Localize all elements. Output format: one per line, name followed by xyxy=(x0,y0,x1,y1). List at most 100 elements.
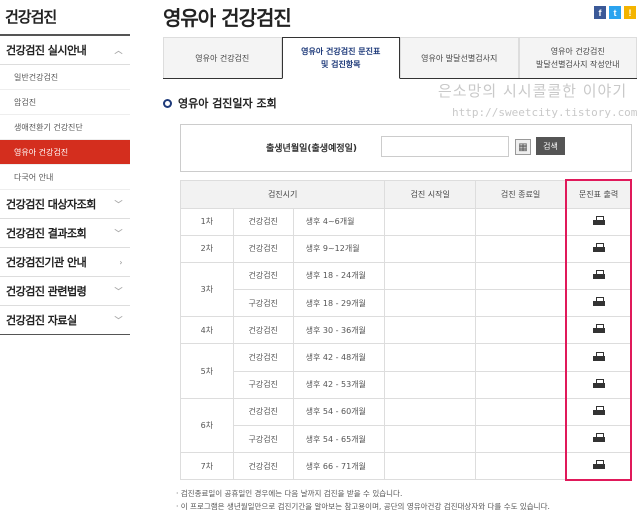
type-cell: 건강검진 xyxy=(232,234,294,263)
col-header-end: 검진 종료일 xyxy=(475,179,567,209)
sidebar-title: 건강검진 xyxy=(5,8,57,26)
print-cell xyxy=(565,289,632,318)
table-row: 6차 건강검진 생후 54 - 60개월 xyxy=(180,397,632,454)
chevron-down-icon: ﹀ xyxy=(114,199,123,209)
sidebar-section-target-lookup[interactable]: 건강검진 대상자조회 ﹀ xyxy=(0,190,130,219)
end-date-cell xyxy=(475,261,567,291)
table-row: 5차 건강검진 생후 42 - 48개월 xyxy=(180,343,632,399)
round-cell: 6차 xyxy=(180,397,234,454)
tab-label: 영유아 건강검진 문진표 및 검진항목 xyxy=(301,47,381,69)
print-cell xyxy=(565,207,632,236)
printer-icon[interactable] xyxy=(592,242,605,253)
sidebar-item-cancer[interactable]: 암검진 xyxy=(0,90,130,115)
checkup-schedule-table: 검진시기 검진 시작일 검진 종료일 문진표 출력 1차 건강검진 생후 4~6… xyxy=(179,179,632,481)
round-cell: 3차 xyxy=(180,261,234,318)
table-row: 구강검진 생후 54 - 65개월 xyxy=(181,424,632,454)
print-cell xyxy=(565,397,632,427)
tab-screening-guide[interactable]: 영유아 건강검진 발달선별검사지 작성안내 xyxy=(518,37,637,78)
sidebar-menu: 건강검진 실시안내 ︿ 일반건강검진 암검진 생애전환기 건강진단 영유아 건강… xyxy=(0,34,130,335)
start-date-cell xyxy=(384,289,477,318)
round-cell: 2차 xyxy=(180,234,234,263)
table-row: 1차 건강검진 생후 4~6개월 xyxy=(180,207,632,236)
sidebar-section-label: 건강검진 관련법령 xyxy=(6,285,87,298)
tab-label: 영유아 건강검진 xyxy=(195,53,250,63)
start-date-cell xyxy=(384,343,477,372)
sidebar-item-life-transition[interactable]: 생애전환기 건강진단 xyxy=(0,115,130,140)
tab-label: 영유아 건강검진 발달선별검사지 작성안내 xyxy=(535,47,620,69)
age-cell: 생후 18 - 24개월 xyxy=(292,261,386,291)
chevron-down-icon: ﹀ xyxy=(114,315,123,325)
print-cell xyxy=(565,370,632,399)
watermark-url: http://sweetcity.tistory.com xyxy=(452,106,638,119)
type-cell: 구강검진 xyxy=(232,424,294,454)
calendar-icon[interactable]: ▦ xyxy=(515,139,531,155)
birthdate-input[interactable] xyxy=(381,136,509,157)
sidebar-section-result-lookup[interactable]: 건강검진 결과조회 ﹀ xyxy=(0,219,130,248)
tab-infant-checkup[interactable]: 영유아 건강검진 xyxy=(163,37,282,78)
table-row: 3차 건강검진 생후 18 - 24개월 xyxy=(180,261,632,318)
end-date-cell xyxy=(475,316,567,345)
type-cell: 건강검진 xyxy=(232,397,294,427)
round-cell: 4차 xyxy=(180,316,234,345)
type-cell: 건강검진 xyxy=(232,316,294,345)
table-row: 4차 건강검진 생후 30 - 36개월 xyxy=(180,316,632,345)
printer-icon[interactable] xyxy=(592,460,605,470)
sidebar-item-multilingual[interactable]: 다국어 안내 xyxy=(0,165,130,190)
tab-questionnaire[interactable]: 영유아 건강검진 문진표 및 검진항목 xyxy=(281,37,400,79)
type-cell: 건강검진 xyxy=(232,207,294,236)
facebook-icon[interactable]: f xyxy=(594,6,606,19)
age-cell: 생후 54 - 60개월 xyxy=(292,397,386,427)
start-date-cell xyxy=(384,261,477,291)
printer-icon[interactable] xyxy=(592,297,605,307)
printer-icon[interactable] xyxy=(592,215,605,226)
chevron-right-icon: › xyxy=(119,257,122,267)
kakao-icon[interactable]: ! xyxy=(624,6,636,19)
bullet-icon xyxy=(163,98,172,108)
round-cell: 7차 xyxy=(180,452,234,481)
type-cell: 건강검진 xyxy=(232,343,294,372)
sidebar-section-library[interactable]: 건강검진 자료실 ﹀ xyxy=(0,306,130,335)
type-cell: 건강검진 xyxy=(232,261,294,291)
printer-icon[interactable] xyxy=(592,433,605,443)
round-cell: 5차 xyxy=(180,343,234,399)
printer-icon[interactable] xyxy=(592,324,605,334)
end-date-cell xyxy=(475,397,567,427)
sidebar-section-checkup-guide[interactable]: 건강검진 실시안내 ︿ xyxy=(0,36,130,65)
type-cell: 건강검진 xyxy=(232,452,294,481)
sidebar-item-infant[interactable]: 영유아 건강검진 xyxy=(0,140,130,165)
watermark-title: 은소망의 시시콜콜한 이야기 xyxy=(438,82,628,100)
start-date-cell xyxy=(384,397,477,427)
col-header-start: 검진 시작일 xyxy=(384,179,477,209)
age-cell: 생후 18 - 29개월 xyxy=(292,289,386,318)
chevron-up-icon: ︿ xyxy=(114,45,123,55)
chevron-down-icon: ﹀ xyxy=(114,228,123,238)
sidebar-item-general[interactable]: 일반건강검진 xyxy=(0,65,130,90)
table-row: 구강검진 생후 42 - 53개월 xyxy=(181,370,632,399)
printer-icon[interactable] xyxy=(592,351,605,362)
table-row: 2차 건강검진 생후 9~12개월 xyxy=(180,234,632,263)
print-cell xyxy=(565,343,632,372)
social-share: f t ! xyxy=(594,6,636,19)
start-date-cell xyxy=(384,234,477,263)
round-cell: 1차 xyxy=(180,207,234,236)
twitter-icon[interactable]: t xyxy=(609,6,621,19)
birthdate-label: 출생년월일(출생예정일) xyxy=(266,144,358,154)
section-title-text: 영유아 검진일자 조회 xyxy=(178,97,277,110)
search-button[interactable]: 검색 xyxy=(536,137,565,155)
printer-icon[interactable] xyxy=(592,405,605,416)
printer-icon[interactable] xyxy=(592,378,605,389)
tab-development-screening[interactable]: 영유아 발달선별검사지 xyxy=(400,37,519,78)
sidebar-section-law[interactable]: 건강검진 관련법령 ﹀ xyxy=(0,277,130,306)
type-cell: 구강검진 xyxy=(232,370,294,399)
start-date-cell xyxy=(384,207,477,236)
sidebar-section-label: 건강검진 자료실 xyxy=(6,314,77,327)
table-header-row: 검진시기 검진 시작일 검진 종료일 문진표 출력 xyxy=(179,179,632,209)
tab-bar: 영유아 건강검진 영유아 건강검진 문진표 및 검진항목 영유아 발달선별검사지 … xyxy=(163,37,637,79)
sidebar-section-institution[interactable]: 건강검진기관 안내 › xyxy=(0,248,130,277)
start-date-cell xyxy=(384,316,477,345)
search-panel: 출생년월일(출생예정일) ▦ 검색 xyxy=(180,124,632,172)
age-cell: 생후 30 - 36개월 xyxy=(292,316,386,345)
printer-icon[interactable] xyxy=(592,269,605,280)
page-title: 영유아 건강검진 xyxy=(163,6,292,30)
age-cell: 생후 66 - 71개월 xyxy=(292,452,386,481)
